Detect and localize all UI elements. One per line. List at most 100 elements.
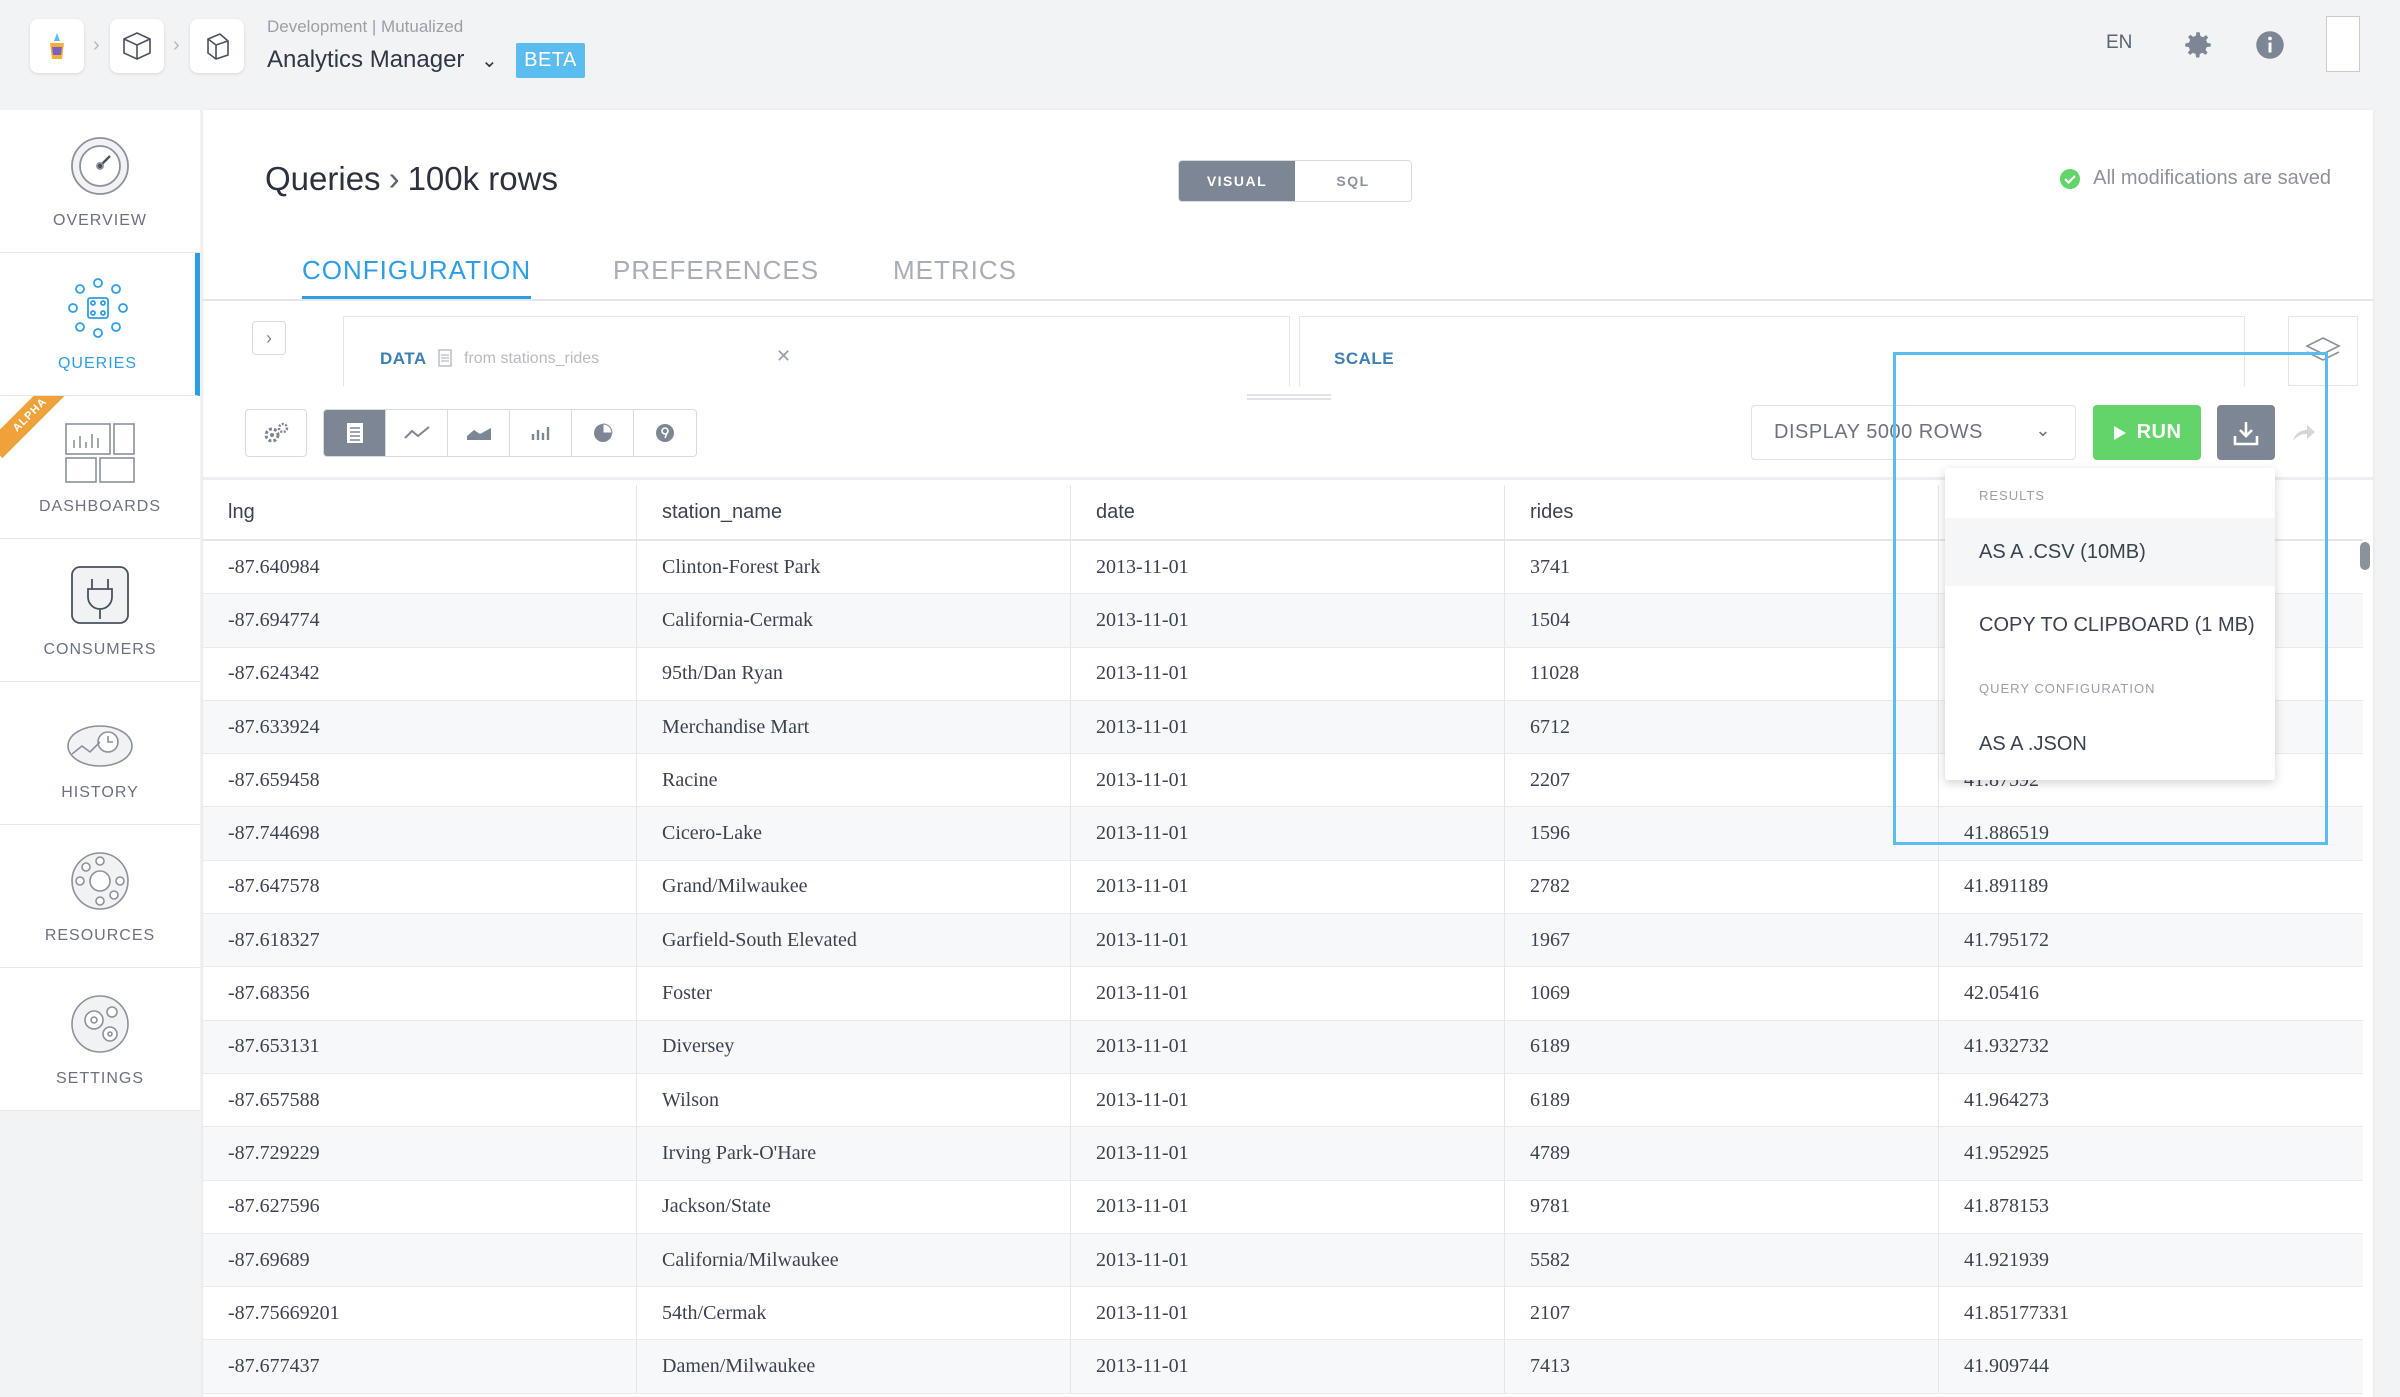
resize-handle[interactable] (1247, 394, 1331, 400)
table-cell: 2013-11-01 (1071, 1340, 1505, 1393)
table-cell: -87.677437 (203, 1340, 637, 1393)
table-cell: -87.653131 (203, 1020, 637, 1073)
viz-table-button[interactable] (324, 410, 386, 456)
table-cell: 2013-11-01 (1071, 807, 1505, 860)
table-cell: -87.647578 (203, 860, 637, 914)
table-cell: 41.921939 (1964, 1248, 2049, 1271)
table-cell: 2013-11-01 (1071, 1020, 1505, 1073)
table-cell: 41.952925 (1964, 1141, 2049, 1164)
table-row: -87.627596 Jackson/State 2013-11-01 9781 41.… (203, 1180, 2363, 1234)
breadcrumb-root[interactable]: Queries (265, 160, 381, 197)
home-logo-button[interactable] (30, 19, 84, 73)
column-header[interactable]: lng (203, 485, 637, 539)
scrollbar-thumb[interactable] (2360, 542, 2370, 570)
table-row: -87.68356 Foster 2013-11-01 1069 42.05416 (203, 967, 2363, 1021)
tab-configuration[interactable]: CONFIGURATION (302, 255, 532, 299)
table-cell: 41.909744 (1964, 1355, 2049, 1378)
save-status-text: All modifications are saved (2093, 167, 2331, 189)
mode-toggle: VISUAL SQL (1178, 160, 1412, 202)
table-cell: 2013-11-01 (1071, 967, 1505, 1020)
query-settings-button[interactable] (245, 409, 307, 457)
table-icon (346, 423, 363, 443)
table-cell: -87.744698 (203, 807, 637, 860)
language-selector[interactable]: EN (2106, 32, 2132, 54)
scale-label: SCALE (1334, 349, 1395, 368)
table-cell: 6189 (1505, 1020, 1939, 1073)
table-cell: Foster (637, 967, 1071, 1020)
breadcrumb: Queries › 100k rows (265, 160, 558, 198)
table-cell: -87.657588 (203, 1073, 637, 1127)
table-cell: -87.659458 (203, 754, 637, 807)
viz-area-button[interactable] (448, 410, 510, 456)
sidebar-item-label: OVERVIEW (53, 212, 147, 229)
chevron-down-icon[interactable]: ⌄ (481, 48, 498, 73)
plug-icon (71, 566, 129, 624)
table-cell: Diversey (637, 1020, 1071, 1073)
number-icon (656, 424, 674, 442)
table-cell: 54th/Cermak (637, 1287, 1071, 1340)
table-cell: 7413 (1505, 1340, 1939, 1393)
table-cell: 3741 (1505, 541, 1939, 594)
viz-pie-button[interactable] (572, 410, 634, 456)
check-circle-icon (2060, 168, 2081, 189)
table-cell: 2013-11-01 (1071, 647, 1505, 700)
info-button[interactable] (2250, 25, 2290, 65)
module-crumb-button[interactable] (190, 19, 244, 73)
data-label: DATA (380, 349, 427, 368)
box-icon (207, 33, 229, 60)
column-header[interactable]: station_name (637, 485, 1071, 539)
expand-button[interactable]: › (252, 321, 286, 355)
environment-label: Development | Mutualized (267, 17, 464, 36)
column-header[interactable]: date (1071, 485, 1505, 539)
mode-visual-button[interactable]: VISUAL (1179, 161, 1295, 201)
table-cell: 41.932732 (1964, 1035, 2049, 1058)
viz-bar-button[interactable] (510, 410, 572, 456)
history-icon (67, 725, 133, 767)
logo-icon (50, 33, 64, 59)
table-cell: 2013-11-01 (1071, 754, 1505, 807)
tab-metrics[interactable]: METRICS (893, 255, 1017, 296)
table-cell: 2207 (1505, 754, 1939, 807)
pie-chart-icon (593, 423, 613, 442)
table-cell: 2013-11-01 (1071, 541, 1505, 594)
table-cell: 11028 (1505, 647, 1939, 700)
sidebar-item-overview[interactable]: OVERVIEW (0, 110, 200, 253)
mode-sql-button[interactable]: SQL (1295, 161, 1411, 201)
page-title: 100k rows (407, 160, 558, 197)
table-cell: Garfield-South Elevated (637, 914, 1071, 967)
avatar[interactable] (2326, 16, 2360, 72)
table-row: -87.75669201 54th/Cermak 2013-11-01 2107 41.… (203, 1287, 2363, 1341)
viz-line-button[interactable] (386, 410, 448, 456)
table-cell: -87.618327 (203, 914, 637, 967)
table-cell: Grand/Milwaukee (637, 860, 1071, 914)
sidebar-item-label: DASHBOARDS (38, 498, 162, 515)
settings-button[interactable] (2178, 25, 2218, 65)
table-row: -87.729229 Irving Park-O'Hare 2013-11-01 47… (203, 1127, 2363, 1181)
table-row: -87.647578 Grand/Milwaukee 2013-11-01 2782 4… (203, 860, 2363, 915)
sidebar-item-consumers[interactable]: CONSUMERS (0, 539, 200, 682)
gauge-icon (71, 137, 129, 195)
chevron-right-icon: › (266, 327, 272, 348)
table-cell: 2013-11-01 (1071, 1127, 1505, 1180)
sidebar-item-resources[interactable]: RESOURCES (0, 825, 200, 968)
alpha-ribbon: ALPHA (0, 396, 74, 459)
viz-number-button[interactable] (634, 410, 696, 456)
save-status: All modifications are saved (2059, 167, 2331, 190)
column-header[interactable]: rides (1505, 485, 1939, 539)
sidebar-item-history[interactable]: HISTORY (0, 682, 200, 825)
table-cell: 41.85177331 (1964, 1301, 2069, 1324)
tab-preferences[interactable]: PREFERENCES (613, 255, 819, 296)
project-crumb-button[interactable] (110, 19, 164, 73)
dashboard-icon (65, 423, 135, 483)
table-cell: Racine (637, 754, 1071, 807)
sidebar-item-label: CONSUMERS (43, 641, 157, 658)
app-title[interactable]: Analytics Manager (267, 46, 464, 74)
sidebar-item-queries[interactable]: QUERIES (0, 253, 200, 396)
table-cell: 2013-11-01 (1071, 914, 1505, 967)
table-row: -87.69689 California/Milwaukee 2013-11-01 5… (203, 1233, 2363, 1288)
data-panel[interactable]: DATA from stations_rides ✕ (343, 316, 1290, 386)
table-cell: -87.624342 (203, 647, 637, 700)
sidebar-item-settings[interactable]: SETTINGS (0, 968, 200, 1111)
sidebar-item-dashboards[interactable]: ALPHA DASHBOARDS (0, 396, 200, 539)
remove-source-button[interactable]: ✕ (776, 346, 791, 367)
